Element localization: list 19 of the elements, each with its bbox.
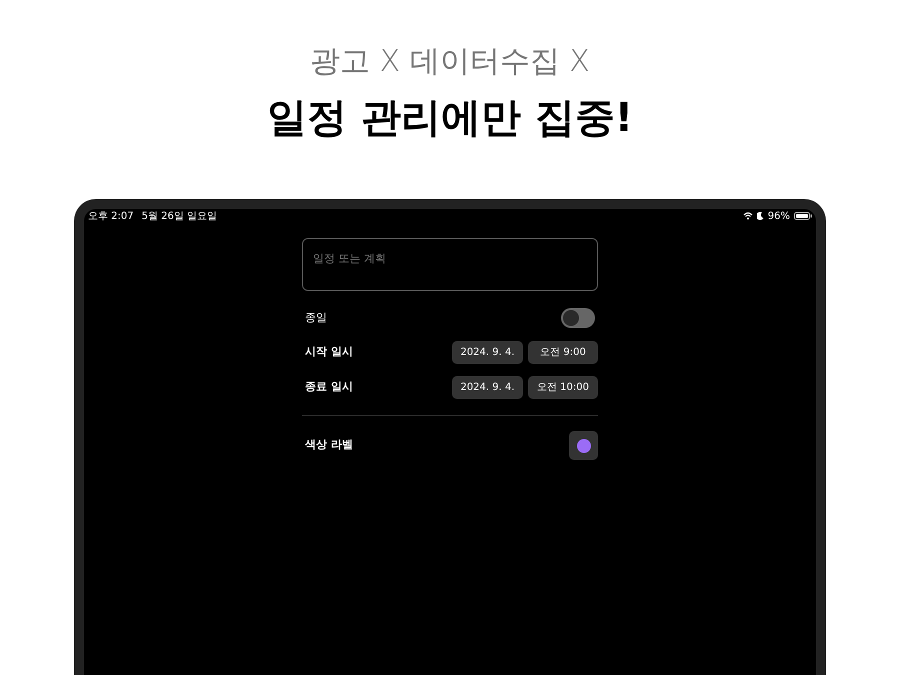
status-time: 오후 2:07 [88,210,134,224]
status-date: 5월 26일 일요일 [142,210,218,224]
date-button[interactable]: 2024. 9. 4. [452,376,523,399]
battery-percent: 96% [768,210,790,224]
all-day-label: 종일 [304,310,327,326]
color-picker-button[interactable] [569,431,598,460]
headline-title: 일정 관리에만 집중! [266,94,634,143]
color-label: 색상 라벨 [304,437,353,454]
time-button[interactable]: 오전 9:00 [528,341,598,364]
moon-icon [756,212,764,220]
datetime-label: 종료 일시 [304,379,353,396]
headline-subtitle: 광고 X 데이터수집 X [310,43,590,81]
battery-icon [794,212,812,220]
wifi-icon [742,212,753,220]
time-button[interactable]: 오전 10:00 [528,376,598,399]
title-input-field[interactable]: 일정 또는 계획 [302,238,598,291]
all-day-toggle[interactable] [561,308,595,328]
date-button[interactable]: 2024. 9. 4. [452,341,523,364]
datetime-label: 시작 일시 [304,344,353,360]
